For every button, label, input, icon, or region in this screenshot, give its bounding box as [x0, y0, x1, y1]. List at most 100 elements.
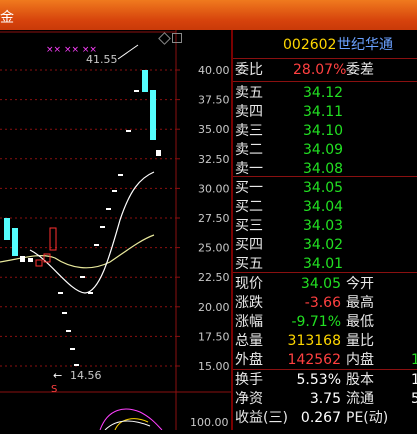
stat2-row-0-label: 换手: [235, 372, 263, 388]
lower-tick-label: 100.00: [190, 416, 229, 429]
bid-row-5-label: 买五: [235, 256, 263, 272]
price-tick-label: 27.50: [198, 212, 230, 225]
indicator-white: [104, 420, 151, 431]
stat2-row-2[interactable]: 收益(三) 0.267 PE(动): [233, 408, 417, 428]
candle: [74, 364, 79, 366]
candle: [126, 130, 131, 132]
low-arrow: ←: [53, 369, 62, 382]
price-tick-label: 32.50: [198, 153, 230, 166]
candle: [94, 244, 99, 246]
stock-code: 002602: [283, 37, 337, 53]
indicator-yellow: [114, 418, 149, 431]
stock-name[interactable]: 世纪华通: [337, 35, 393, 55]
candle: [62, 312, 67, 314]
stat2-row-1-value: 3.75: [309, 391, 341, 407]
kline-chart[interactable]: 40.00 37.50 35.00 32.50 30.00 27.50 25.00 22.50…: [0, 30, 231, 431]
weicha-label: 委差: [346, 62, 374, 78]
square-icon[interactable]: [172, 33, 182, 43]
candle: [112, 190, 117, 192]
stat-row-0-label: 现价: [235, 276, 263, 292]
stat2-row-1[interactable]: 净资 3.75 流通 5: [233, 389, 417, 409]
ask-row-3-label: 卖三: [235, 123, 263, 139]
bid-row-2-label: 买二: [235, 199, 263, 215]
candle: [106, 208, 111, 210]
stat-row-1-label2: 最高: [346, 295, 374, 311]
ask-row-4-label: 卖四: [235, 104, 263, 120]
stat2-row-2-label: 收益(三): [235, 410, 288, 426]
window-title: 金: [0, 10, 14, 26]
stat-row-2-label2: 最低: [346, 314, 374, 330]
candle: [156, 150, 161, 156]
stat-row-4[interactable]: 外盘 142562 内盘 17: [233, 350, 417, 370]
stat-row-0[interactable]: 现价 34.05 今开: [233, 274, 417, 294]
ask-row-3[interactable]: 卖三 34.10: [233, 121, 417, 141]
bid-row-1[interactable]: 买一 34.05: [233, 178, 417, 198]
bid-row-5-value: 34.01: [303, 256, 344, 272]
stat2-row-0-label2: 股本: [346, 372, 374, 388]
stat-row-2-value: -9.71%: [291, 314, 341, 330]
ma-white-line: [29, 171, 155, 294]
price-tick-label: 20.00: [198, 301, 230, 314]
ask-row-2-value: 34.09: [303, 142, 344, 158]
candle: [28, 258, 33, 262]
ask-row-4-value: 34.11: [303, 104, 344, 120]
stat2-row-1-label: 净资: [235, 391, 263, 407]
candle: [4, 218, 10, 240]
candle: [100, 226, 105, 228]
sell-marker: S: [51, 384, 57, 395]
bid-row-3-label: 买三: [235, 218, 263, 234]
candle: [88, 292, 93, 294]
stat-row-1-label: 涨跌: [235, 295, 263, 311]
stat-row-1-value: -3.66: [304, 295, 341, 311]
candle: [58, 292, 63, 294]
high-pointer: [117, 44, 139, 60]
bid-row-3[interactable]: 买三 34.03: [233, 216, 417, 236]
candle: [35, 259, 43, 267]
bid-row-2[interactable]: 买二 34.04: [233, 197, 417, 217]
candle: [80, 276, 85, 278]
bid-row-1-value: 34.05: [303, 180, 344, 196]
stat2-row-0[interactable]: 换手 5.53% 股本 1: [233, 370, 417, 390]
candle: [49, 227, 57, 251]
stock-header: 002602 世纪华通: [233, 35, 417, 55]
candle: [20, 256, 25, 262]
stat2-row-1-label2: 流通: [346, 391, 374, 407]
ask-row-5[interactable]: 卖五 34.12: [233, 83, 417, 103]
ma-yellow-line: [0, 234, 155, 269]
price-tick-label: 30.00: [198, 182, 230, 195]
candle: [142, 70, 148, 92]
candle: [150, 90, 156, 140]
kline-svg: 40.00 37.50 35.00 32.50 30.00 27.50 25.00 22.50…: [0, 30, 231, 431]
bid-row-2-value: 34.04: [303, 199, 344, 215]
stat-row-3-label2: 量比: [346, 333, 374, 349]
ask-row-4[interactable]: 卖四 34.11: [233, 102, 417, 122]
stat2-row-2-label2: PE(动): [346, 410, 389, 426]
stat2-row-2-value: 0.267: [300, 410, 341, 426]
high-price-label: 41.55: [86, 53, 118, 66]
ask-row-2-label: 卖二: [235, 142, 263, 158]
stat-row-2[interactable]: 涨幅 -9.71% 最低: [233, 312, 417, 332]
stat2-row-0-value: 5.53%: [296, 372, 341, 388]
price-tick-label: 37.50: [198, 94, 230, 107]
bid-row-4[interactable]: 买四 34.02: [233, 235, 417, 255]
low-price-label: 14.56: [70, 369, 102, 382]
weibi-label: 委比: [235, 62, 263, 78]
ask-row-2[interactable]: 卖二 34.09: [233, 140, 417, 160]
stat-row-3[interactable]: 总量 313168 量比: [233, 331, 417, 351]
stat-row-1[interactable]: 涨跌 -3.66 最高: [233, 293, 417, 313]
candle: [66, 330, 71, 332]
ask-row-5-label: 卖五: [235, 85, 263, 101]
stat-row-4-label: 外盘: [235, 352, 263, 368]
weibi-row: 委比 28.07% 委差: [233, 60, 417, 80]
bid-row-4-value: 34.02: [303, 237, 344, 253]
stat2-row-1-value2: 5: [411, 391, 417, 407]
ask-row-5-value: 34.12: [303, 85, 344, 101]
bid-row-5[interactable]: 买五 34.01: [233, 254, 417, 274]
title-bar: 金: [0, 0, 417, 30]
stat-row-0-value: 34.05: [300, 276, 341, 292]
candle: [134, 90, 139, 92]
stat-row-0-label2: 今开: [346, 276, 374, 292]
stat-row-4-label2: 内盘: [346, 352, 374, 368]
stat-row-3-label: 总量: [235, 333, 263, 349]
price-tick-label: 17.50: [198, 330, 230, 343]
